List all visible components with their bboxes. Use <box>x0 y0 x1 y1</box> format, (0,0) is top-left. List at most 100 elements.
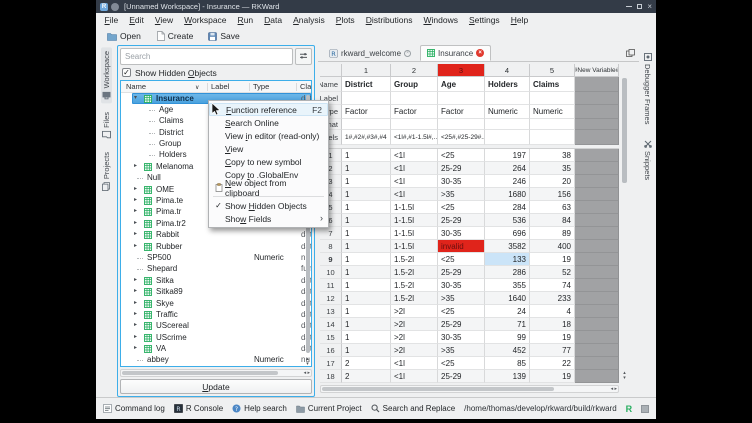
tree-item-uscereal[interactable]: ▸UScerealdat <box>121 321 311 332</box>
create-button[interactable]: Create <box>150 29 200 43</box>
data-cell[interactable]: 63 <box>530 201 575 214</box>
data-cell[interactable]: 25-29 <box>438 214 485 227</box>
data-cell[interactable]: 35 <box>530 162 575 175</box>
row-header-7[interactable]: 7 <box>320 227 342 240</box>
new-variable-cell[interactable] <box>575 201 619 214</box>
tree-item-abbey[interactable]: abbeyNumericnu <box>121 355 311 366</box>
meta-cell[interactable] <box>391 119 438 130</box>
data-cell[interactable]: <25 <box>438 253 485 266</box>
data-cell[interactable]: 1680 <box>485 188 530 201</box>
data-cell[interactable]: 25-29 <box>438 370 485 383</box>
meta-cell[interactable]: Group <box>391 77 438 92</box>
data-cell[interactable]: 84 <box>530 214 575 227</box>
data-cell[interactable]: 1-1.5l <box>391 240 438 253</box>
data-cell[interactable]: 2 <box>342 357 391 370</box>
menu-item-view[interactable]: View <box>209 142 328 155</box>
data-cell[interactable]: 89 <box>530 227 575 240</box>
data-cell[interactable]: 1.5-2l <box>391 292 438 305</box>
row-header-12[interactable]: 12 <box>320 292 342 305</box>
current-project-button[interactable]: Current Project <box>296 404 362 413</box>
close-icon[interactable]: × <box>647 3 652 11</box>
expander-icon[interactable]: ▸ <box>134 242 137 249</box>
new-variable-cell[interactable] <box>575 162 619 175</box>
data-cell[interactable]: <1l <box>391 149 438 162</box>
sidebar-tab-files[interactable]: Files <box>101 108 112 143</box>
tab-rkward_welcome[interactable]: Rrkward_welcome× <box>322 45 418 61</box>
menu-data[interactable]: Data <box>259 15 288 25</box>
meta-cell[interactable] <box>391 92 438 105</box>
tree-item-traffic[interactable]: ▸Trafficdat <box>121 309 311 320</box>
expander-icon[interactable]: ▸ <box>134 196 137 203</box>
data-cell[interactable]: 3582 <box>485 240 530 253</box>
table-scroll-arrows[interactable]: ▴▾ <box>621 371 628 380</box>
new-variable-cell[interactable] <box>575 188 619 201</box>
data-cell[interactable]: 30-35 <box>438 279 485 292</box>
meta-cell[interactable]: Factor <box>342 105 391 119</box>
meta-cell[interactable]: District <box>342 77 391 92</box>
new-variable-cell[interactable] <box>575 253 619 266</box>
data-cell[interactable]: 30-35 <box>438 331 485 344</box>
data-cell[interactable]: 1 <box>342 201 391 214</box>
row-header-14[interactable]: 14 <box>320 318 342 331</box>
menu-view[interactable]: View <box>149 15 178 25</box>
new-variable-cell[interactable] <box>575 119 619 130</box>
data-cell[interactable]: 1 <box>342 279 391 292</box>
column-header-NewVariable[interactable]: #New Variable# <box>575 64 619 77</box>
data-cell[interactable]: 1 <box>342 214 391 227</box>
meta-cell[interactable] <box>342 92 391 105</box>
expander-icon[interactable]: ▸ <box>134 299 137 306</box>
open-button[interactable]: Open <box>101 29 147 43</box>
column-header-4[interactable]: 4 <box>485 64 530 77</box>
meta-cell[interactable] <box>438 119 485 130</box>
row-header-16[interactable]: 16 <box>320 344 342 357</box>
expander-icon[interactable]: ▸ <box>134 230 137 237</box>
tree-item-va[interactable]: ▸VAdat <box>121 344 311 355</box>
column-header-3[interactable]: 3 <box>438 64 485 77</box>
data-cell[interactable]: 1640 <box>485 292 530 305</box>
data-cell[interactable]: 1-1.5l <box>391 214 438 227</box>
meta-cell[interactable] <box>438 92 485 105</box>
data-cell[interactable]: 30-35 <box>438 227 485 240</box>
data-cell[interactable]: 1 <box>342 305 391 318</box>
data-cell[interactable]: 1-1.5l <box>391 201 438 214</box>
r-console-button[interactable]: RR Console <box>174 404 223 413</box>
data-cell[interactable]: invalid <box>438 240 485 253</box>
meta-cell[interactable]: Numeric <box>530 105 575 119</box>
data-cell[interactable]: >35 <box>438 344 485 357</box>
menu-settings[interactable]: Settings <box>463 15 505 25</box>
new-variable-cell[interactable] <box>575 240 619 253</box>
tree-scroll-arrows[interactable]: ▴▾ <box>304 357 311 366</box>
row-header-13[interactable]: 13 <box>320 305 342 318</box>
menu-analysis[interactable]: Analysis <box>288 15 331 25</box>
help-search-button[interactable]: ?Help search <box>232 404 287 413</box>
meta-cell[interactable] <box>485 119 530 130</box>
menu-help[interactable]: Help <box>505 15 533 25</box>
data-cell[interactable]: 355 <box>485 279 530 292</box>
data-cell[interactable]: 71 <box>485 318 530 331</box>
menu-windows[interactable]: Windows <box>418 15 464 25</box>
expander-icon[interactable]: ▸ <box>134 321 137 328</box>
data-cell[interactable]: 1 <box>342 344 391 357</box>
data-cell[interactable]: 25-29 <box>438 266 485 279</box>
data-cell[interactable]: 1 <box>342 240 391 253</box>
menu-item-view-in-editor-read-only-[interactable]: View in editor (read-only) <box>209 129 328 142</box>
new-variable-cell[interactable] <box>575 149 619 162</box>
menu-workspace[interactable]: Workspace <box>179 15 232 25</box>
data-cell[interactable]: 85 <box>485 357 530 370</box>
data-cell[interactable]: 1 <box>342 253 391 266</box>
data-cell[interactable]: <1l <box>391 370 438 383</box>
data-cell[interactable]: 1.5-2l <box>391 279 438 292</box>
data-cell[interactable]: 22 <box>530 357 575 370</box>
column-header-2[interactable]: 2 <box>391 64 438 77</box>
meta-cell[interactable] <box>530 130 575 145</box>
menu-item-function-reference[interactable]: Function referenceF2 <box>209 103 328 116</box>
expander-icon[interactable]: ▸ <box>134 185 137 192</box>
search-input[interactable] <box>120 48 293 65</box>
data-cell[interactable]: 25-29 <box>438 162 485 175</box>
column-header-1[interactable]: 1 <box>342 64 391 77</box>
tree-header[interactable]: NameLabelTypeCla∨ <box>121 81 311 93</box>
data-cell[interactable]: 246 <box>485 175 530 188</box>
command-log-button[interactable]: Command log <box>103 404 165 413</box>
menu-run[interactable]: Run <box>232 15 259 25</box>
expander-icon[interactable]: ▸ <box>134 276 137 283</box>
